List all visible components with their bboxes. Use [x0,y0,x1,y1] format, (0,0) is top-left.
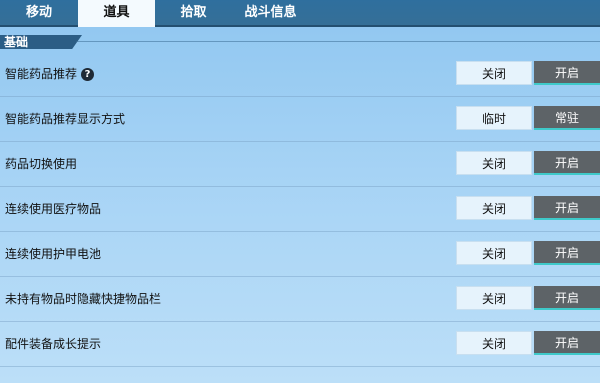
top-tab-bar: 移动 道具 拾取 战斗信息 [0,0,600,27]
option-on[interactable]: 开启 [534,151,600,175]
option-on[interactable]: 开启 [534,196,600,220]
setting-row-smart-medicine: 智能药品推荐 ? 关闭 开启 [0,52,600,97]
option-on[interactable]: 开启 [534,331,600,355]
setting-row-smart-medicine-display: 智能药品推荐显示方式 临时 常驻 [0,97,600,142]
setting-label: 连续使用医疗物品 [5,202,102,216]
tab-combat-info[interactable]: 战斗信息 [232,0,309,25]
tab-items[interactable]: 道具 [78,0,155,27]
toggle-attachment-growth: 关闭 开启 [456,331,600,355]
option-temporary[interactable]: 临时 [456,106,532,130]
option-off[interactable]: 关闭 [456,196,532,220]
option-on[interactable]: 开启 [534,61,600,85]
option-off[interactable]: 关闭 [456,286,532,310]
setting-label: 未持有物品时隐藏快捷物品栏 [5,292,162,306]
option-off[interactable]: 关闭 [456,61,532,85]
toggle-continuous-armor: 关闭 开启 [456,241,600,265]
setting-row-continuous-medical: 连续使用医疗物品 关闭 开启 [0,187,600,232]
toggle-display-mode: 临时 常驻 [456,106,600,130]
setting-label: 配件装备成长提示 [5,337,102,351]
option-on[interactable]: 开启 [534,286,600,310]
toggle-continuous-medical: 关闭 开启 [456,196,600,220]
option-permanent[interactable]: 常驻 [534,106,600,130]
tab-pickup[interactable]: 拾取 [155,0,232,25]
tab-move[interactable]: 移动 [0,0,78,25]
toggle-smart-medicine: 关闭 开启 [456,61,600,85]
setting-row-medicine-switch: 药品切换使用 关闭 开启 [0,142,600,187]
setting-label: 智能药品推荐 [5,67,78,81]
setting-label: 连续使用护甲电池 [5,247,102,261]
section-divider [76,41,600,42]
setting-row-continuous-armor: 连续使用护甲电池 关闭 开启 [0,232,600,277]
section-header-basic: 基础 [0,35,600,51]
option-off[interactable]: 关闭 [456,151,532,175]
option-on[interactable]: 开启 [534,241,600,265]
option-off[interactable]: 关闭 [456,241,532,265]
setting-row-hide-quickbar: 未持有物品时隐藏快捷物品栏 关闭 开启 [0,277,600,322]
option-off[interactable]: 关闭 [456,331,532,355]
setting-row-attachment-growth: 配件装备成长提示 关闭 开启 [0,322,600,367]
setting-label: 药品切换使用 [5,157,78,171]
question-icon[interactable]: ? [81,67,95,81]
section-title: 基础 [4,35,29,49]
toggle-hide-quickbar: 关闭 开启 [456,286,600,310]
toggle-medicine-switch: 关闭 开启 [456,151,600,175]
setting-label: 智能药品推荐显示方式 [5,112,126,126]
